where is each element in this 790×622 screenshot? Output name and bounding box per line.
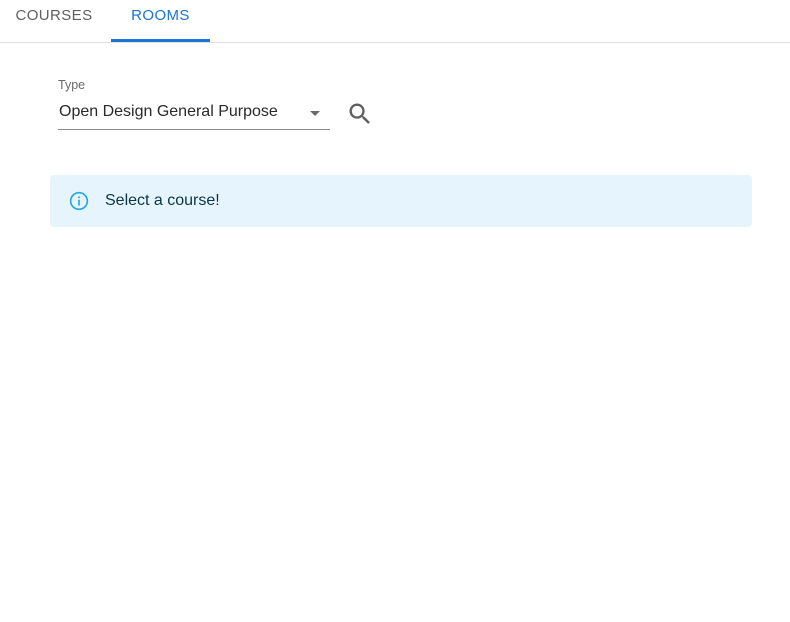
info-alert: Select a course! bbox=[50, 175, 752, 227]
type-label: Type bbox=[58, 78, 86, 92]
app-root: COURSES ROOMS Type Open Design General P… bbox=[0, 0, 790, 622]
info-outline-icon bbox=[69, 191, 89, 211]
alert-message: Select a course! bbox=[105, 192, 220, 209]
type-field: Type Open Design General Purpose bbox=[58, 78, 330, 131]
search-button[interactable] bbox=[346, 100, 374, 128]
search-icon bbox=[349, 103, 370, 124]
tab-bar: COURSES ROOMS bbox=[0, 0, 790, 43]
type-select[interactable]: Open Design General Purpose bbox=[58, 100, 330, 130]
active-tab-indicator bbox=[111, 39, 210, 42]
arrow-drop-down-icon bbox=[310, 111, 320, 116]
tab-courses[interactable]: COURSES bbox=[0, 0, 108, 42]
type-select-value: Open Design General Purpose bbox=[59, 103, 278, 120]
tab-rooms[interactable]: ROOMS bbox=[111, 0, 210, 42]
